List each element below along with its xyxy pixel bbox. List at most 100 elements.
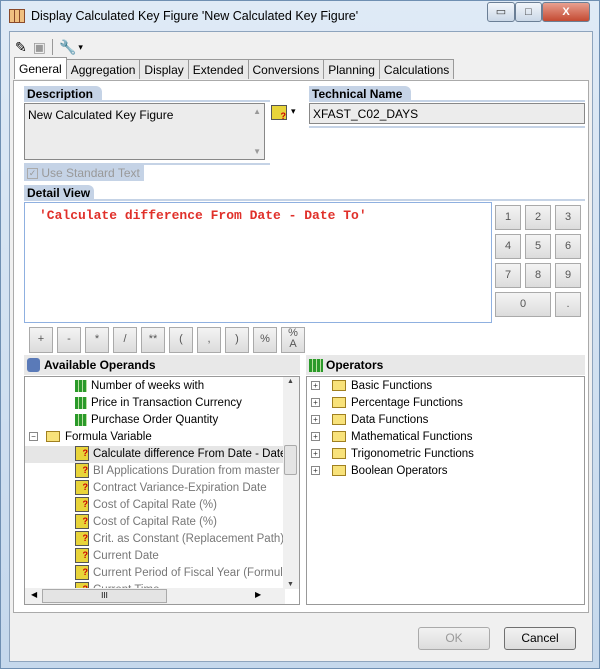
text-variable-icon[interactable]	[271, 105, 287, 121]
scroll-thumb[interactable]	[284, 445, 297, 475]
tab-calculations[interactable]: Calculations	[378, 59, 455, 79]
numpad-3[interactable]: 3	[555, 205, 581, 230]
use-standard-text-checkbox[interactable]: ✓ Use Standard Text	[24, 165, 144, 181]
close-button[interactable]: X	[542, 2, 590, 22]
op-close-paren[interactable]: )	[225, 327, 249, 353]
operator-folder[interactable]: + Data Functions	[311, 412, 428, 429]
operator-folder[interactable]: + Boolean Operators	[311, 463, 448, 480]
operand-label: Number of weeks with	[91, 380, 205, 392]
operand-item[interactable]: Purchase Order Quantity	[75, 412, 218, 429]
maximize-button[interactable]: □	[515, 2, 542, 22]
expand-icon[interactable]: +	[311, 381, 320, 391]
operand-label: Purchase Order Quantity	[91, 414, 219, 426]
divider	[24, 100, 270, 102]
operator-label: Trigonometric Functions	[351, 448, 474, 460]
operand-item[interactable]: Crit. as Constant (Replacement Path)	[75, 530, 285, 548]
expand-icon[interactable]: +	[311, 449, 320, 459]
numpad-9[interactable]: 9	[555, 263, 581, 288]
key-figure-icon	[75, 413, 87, 426]
numpad-1[interactable]: 1	[495, 205, 521, 230]
tools-icon[interactable]: 🔧	[59, 39, 76, 56]
op-divide[interactable]: /	[113, 327, 137, 353]
h-scroll-thumb[interactable]: III	[42, 589, 167, 603]
numpad-5[interactable]: 5	[525, 234, 551, 259]
operand-item[interactable]: − Formula Variable	[29, 429, 152, 446]
numpad-8[interactable]: 8	[525, 263, 551, 288]
operand-item[interactable]: Number of weeks with	[75, 378, 204, 395]
save-icon[interactable]: ▣	[33, 39, 46, 56]
horizontal-scrollbar[interactable]: ◀ III ▶	[25, 588, 285, 604]
technical-name-field[interactable]: XFAST_C02_DAYS	[309, 103, 585, 124]
description-field[interactable]: New Calculated Key Figure ▲ ▼	[24, 103, 265, 160]
operand-item[interactable]: Cost of Capital Rate (%)	[75, 496, 217, 514]
operand-label: Price in Transaction Currency	[91, 397, 242, 409]
operator-label: Percentage Functions	[351, 397, 463, 409]
tab-display[interactable]: Display	[139, 59, 189, 79]
tab-bar: General Aggregation Display Extended Con…	[14, 57, 455, 80]
tools-dropdown[interactable]: ▾	[78, 42, 83, 53]
op-power[interactable]: **	[141, 327, 165, 353]
collapse-icon[interactable]: −	[29, 432, 38, 442]
checkbox-icon[interactable]: ✓	[27, 168, 38, 180]
scroll-down-icon[interactable]: ▼	[253, 147, 261, 156]
tab-general[interactable]: General	[14, 57, 67, 79]
operand-label: Crit. as Constant (Replacement Path)	[93, 533, 285, 545]
operator-label: Mathematical Functions	[351, 431, 473, 443]
numpad-decimal[interactable]: .	[555, 292, 581, 317]
operand-label: BI Applications Duration from master d	[93, 465, 290, 477]
numpad-0[interactable]: 0	[495, 292, 551, 317]
op-minus[interactable]: -	[57, 327, 81, 353]
operand-item[interactable]: Price in Transaction Currency	[75, 395, 242, 412]
operands-tree[interactable]: Current TimeCurrent Period of Fiscal Yea…	[24, 376, 300, 605]
operand-item[interactable]: BI Applications Duration from master d	[75, 462, 290, 480]
folder-icon	[46, 431, 60, 443]
numpad-6[interactable]: 6	[555, 234, 581, 259]
operand-item[interactable]: Current Date	[75, 547, 159, 565]
operand-item[interactable]: Contract Variance-Expiration Date	[75, 479, 267, 497]
operand-label: Calculate difference From Date - Date	[93, 448, 287, 460]
cancel-button[interactable]: Cancel	[504, 627, 576, 650]
expand-icon[interactable]: +	[311, 432, 320, 442]
numpad-4[interactable]: 4	[495, 234, 521, 259]
tab-aggregation[interactable]: Aggregation	[65, 59, 141, 79]
ok-button[interactable]: OK	[418, 627, 490, 650]
operator-folder[interactable]: + Basic Functions	[311, 378, 432, 395]
operator-label: Data Functions	[351, 414, 429, 426]
expand-icon[interactable]: +	[311, 398, 320, 408]
expand-icon[interactable]: +	[311, 415, 320, 425]
operator-buttons: + - * / ** ( , ) % % A	[29, 327, 305, 353]
formula-editor[interactable]: 'Calculate difference From Date - Date T…	[24, 202, 492, 323]
operators-tree[interactable]: + Basic Functions + Percentage Functions + Da…	[306, 376, 585, 605]
operator-folder[interactable]: + Percentage Functions	[311, 395, 463, 412]
op-percent[interactable]: %	[253, 327, 277, 353]
numpad-2[interactable]: 2	[525, 205, 551, 230]
function-icon	[309, 359, 323, 372]
scroll-up-icon[interactable]: ▲	[253, 107, 261, 116]
op-comma[interactable]: ,	[197, 327, 221, 353]
pencil-icon[interactable]: ✎	[15, 39, 27, 56]
op-multiply[interactable]: *	[85, 327, 109, 353]
description-value: New Calculated Key Figure	[28, 108, 174, 122]
operator-folder[interactable]: + Trigonometric Functions	[311, 446, 474, 463]
op-plus[interactable]: +	[29, 327, 53, 353]
text-variable-dropdown[interactable]: ▾	[291, 106, 296, 117]
operand-item[interactable]: Cost of Capital Rate (%)	[75, 513, 217, 531]
minimize-button[interactable]: ▭	[487, 2, 515, 22]
vertical-scrollbar[interactable]: ▲ ▼	[283, 377, 299, 589]
folder-icon	[332, 380, 346, 392]
operand-label: Formula Variable	[65, 431, 152, 443]
key-figure-icon	[75, 396, 87, 409]
tab-planning[interactable]: Planning	[323, 59, 380, 79]
toolbar-separator	[51, 39, 53, 55]
numpad-7[interactable]: 7	[495, 263, 521, 288]
op-percent-a[interactable]: % A	[281, 327, 305, 353]
operator-folder[interactable]: + Mathematical Functions	[311, 429, 472, 446]
operands-title: Available Operands	[44, 358, 156, 372]
tab-extended[interactable]: Extended	[187, 59, 249, 79]
operand-item[interactable]: Current Period of Fiscal Year (Formula	[75, 564, 289, 582]
expand-icon[interactable]: +	[311, 466, 320, 476]
operand-item[interactable]: Calculate difference From Date - Date	[25, 445, 287, 463]
op-open-paren[interactable]: (	[169, 327, 193, 353]
divider	[309, 100, 585, 102]
tab-conversions[interactable]: Conversions	[247, 59, 325, 79]
